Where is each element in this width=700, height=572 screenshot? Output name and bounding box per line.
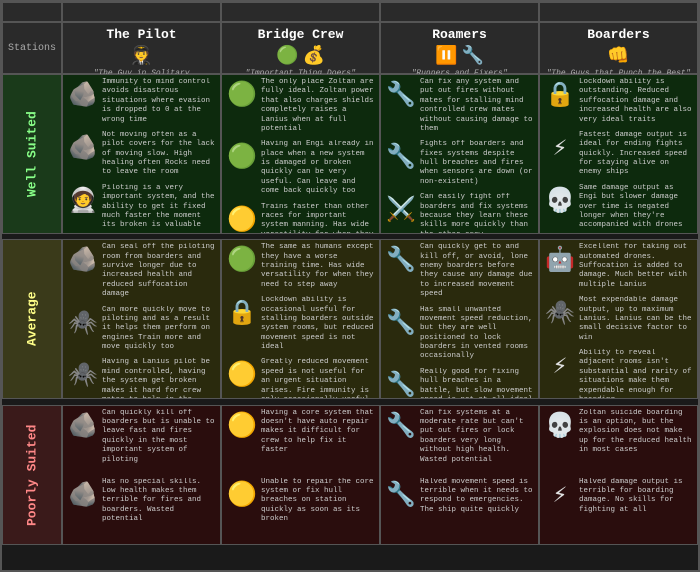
crew-sprite-avg2: 🔒 [225,296,259,330]
roamers-sprite-poor2: 🔧 [384,478,418,512]
column-header-pilot: The Pilot 🧑‍✈️ "The Guy in Solitary Conf… [62,22,221,74]
cell-avg-boarders: 🤖 Excellent for taking out automated dro… [539,239,698,399]
boarders-title: Boarders [542,27,695,43]
cell-well-pilot: 🪨 Immunity to mind control avoids disast… [62,74,221,234]
column-header-boarders: Boarders 👊 "The Guys that Punch the Best… [539,22,698,74]
cell-text-avg-boarders-1: Excellent for taking out automated drone… [579,243,694,290]
boarders-sprite-poor1: 💀 [543,409,577,443]
roamers-sprite-well2: 🔧 [384,140,418,174]
roamers-sprite-avg3: 🔧 [384,368,418,400]
crew-sprite-well3: 🟡 [225,203,259,235]
crew-sprite-avg1: 🟢 [225,243,259,277]
cell-avg-crew: 🟢 The same as humans except they have a … [221,239,380,399]
cell-text-well-crew-3: Trains faster than other races for impor… [261,203,376,235]
boarders-sprite-well3: 💀 [543,184,577,218]
cell-text-avg-pilot-2: Can more quickly move to piloting and as… [102,306,217,353]
cell-well-crew: 🟢 The only place Zoltan are fully ideal.… [221,74,380,234]
boarders-sprite-poor2: ⚡ [543,478,577,512]
boarders-sprite-well: 🔒 [543,78,577,112]
cell-text-poor-roamers-1: Can fix systems at a moderate rate but c… [420,409,535,472]
cell-text-avg-roamers-2: Has small unwanted movement speed reduct… [420,306,535,362]
boarders-sprite-avg3: ⚡ [543,349,577,383]
cell-text-poor-roamers-2: Halved movement speed is terrible when i… [420,478,535,541]
cell-text-avg-crew-3: Greatly reduced movement speed is not us… [261,358,376,399]
pilot-sprite-avg2: 🕷️ [66,306,100,340]
crew-sprite-well2: 🟢 [225,140,259,174]
cell-text-well-pilot-3: Piloting is a very important system, and… [102,184,217,231]
boarders-sprite-avg2: 🕷️ [543,296,577,330]
crew-sprite-avg3: 🟡 [225,358,259,392]
station-label-boarders [539,2,698,22]
cell-avg-roamers: 🔧 Can quickly get to and kill off, or av… [380,239,539,399]
station-label-crew [221,2,380,22]
pilot-title: The Pilot [65,27,218,43]
cell-text-poor-boarders-1: Zoltan suicide boarding is an option, bu… [579,409,694,472]
cell-text-well-roamers-2: Fights off boarders and fixes systems de… [420,140,535,187]
cell-text-poor-pilot-2: Has no special skills. Low health makes … [102,478,217,541]
cell-text-avg-pilot-3: Having a Lanius pilot be mind controlled… [102,358,217,399]
cell-well-boarders: 🔒 Lockdown ability is outstanding. Reduc… [539,74,698,234]
cell-avg-pilot: 🪨 Can seal off the piloting room from bo… [62,239,221,399]
roamers-sprite-poor1: 🔧 [384,409,418,443]
cell-text-well-roamers-1: Can fix any system and put out fires wit… [420,78,535,134]
roamers-sprite-avg1: 🔧 [384,243,418,277]
station-label-pilot [62,2,221,22]
boarders-sprite-well2: ⚡ [543,131,577,165]
column-header-roamers: Roamers ⏸️🔧 "Runners and Fixers" [380,22,539,74]
cell-text-poor-boarders-2: Halved damage output is terrible for boa… [579,478,694,541]
pilot-sprite-poor2: 🪨 [66,478,100,512]
cell-text-well-pilot-1: Immunity to mind control avoids disastro… [102,78,217,125]
cell-text-well-boarders-3: Same damage output as Engi but slower da… [579,184,694,231]
cell-text-well-boarders-1: Lockdown ability is outstanding. Reduced… [579,78,694,125]
cell-text-avg-roamers-1: Can quickly get to and kill off, or avoi… [420,243,535,299]
cell-text-well-crew-1: The only place Zoltan are fully ideal. Z… [261,78,376,134]
cell-text-poor-crew-1: Having a core system that doesn't have a… [261,409,376,472]
corner-cell [2,2,62,22]
stations-row-label: Stations [2,22,62,74]
pilot-sprite-avg3: 🕷️ [66,358,100,392]
cell-text-avg-boarders-2: Most expendable damage output, up to max… [579,296,694,343]
pilot-sprite-poor1: 🪨 [66,409,100,443]
row-label-average: Average [2,239,62,399]
cell-poor-pilot: 🪨 Can quickly kill off boarders but is u… [62,405,221,545]
roamers-title: Roamers [383,27,536,43]
pilot-sprite-avg1: 🪨 [66,243,100,277]
boarders-sprite-avg1: 🤖 [543,243,577,277]
pilot-sprite-well3: 🧑‍🚀 [66,184,100,218]
roamers-sprite-avg2: 🔧 [384,306,418,340]
cell-poor-roamers: 🔧 Can fix systems at a moderate rate but… [380,405,539,545]
cell-text-well-roamers-3: Can easily fight off boarders and fix sy… [420,193,535,234]
cell-text-avg-pilot-1: Can seal off the piloting room from boar… [102,243,217,299]
crew-sprite-well: 🟢 [225,78,259,112]
pilot-sprite-well: 🪨 [66,78,100,112]
roamers-sprite-well3: ⚔️ [384,193,418,227]
cell-text-well-pilot-2: Not moving often as a pilot covers for t… [102,131,217,178]
cell-text-poor-pilot-1: Can quickly kill off boarders but is una… [102,409,217,472]
cell-well-roamers: 🔧 Can fix any system and put out fires w… [380,74,539,234]
crew-sprite-poor1: 🟡 [225,409,259,443]
station-label-roamers [380,2,539,22]
cell-poor-boarders: 💀 Zoltan suicide boarding is an option, … [539,405,698,545]
cell-text-well-boarders-2: Fastest damage output is ideal for endin… [579,131,694,178]
cell-text-avg-crew-1: The same as humans except they have a wo… [261,243,376,290]
cell-text-avg-roamers-3: Really good for fixing hull breaches in … [420,368,535,400]
crew-sprite-poor2: 🟡 [225,478,259,512]
cell-text-avg-boarders-3: Ability to reveal adjacent rooms isn't s… [579,349,694,399]
pilot-sprite-well2: 🪨 [66,131,100,165]
column-header-crew: Bridge Crew 🟢💰 "Important Thing Doers" [221,22,380,74]
roamers-sprite-well: 🔧 [384,78,418,112]
crew-title: Bridge Crew [224,27,377,43]
cell-text-well-crew-2: Having an Engi already in place when a n… [261,140,376,196]
row-label-poorly: Poorly Suited [2,405,62,545]
row-label-well: Well Suited [2,74,62,234]
cell-text-poor-crew-2: Unable to repair the core system or fix … [261,478,376,541]
cell-poor-crew: 🟡 Having a core system that doesn't have… [221,405,380,545]
cell-text-avg-crew-2: Lockdown ability is occasional useful fo… [261,296,376,352]
